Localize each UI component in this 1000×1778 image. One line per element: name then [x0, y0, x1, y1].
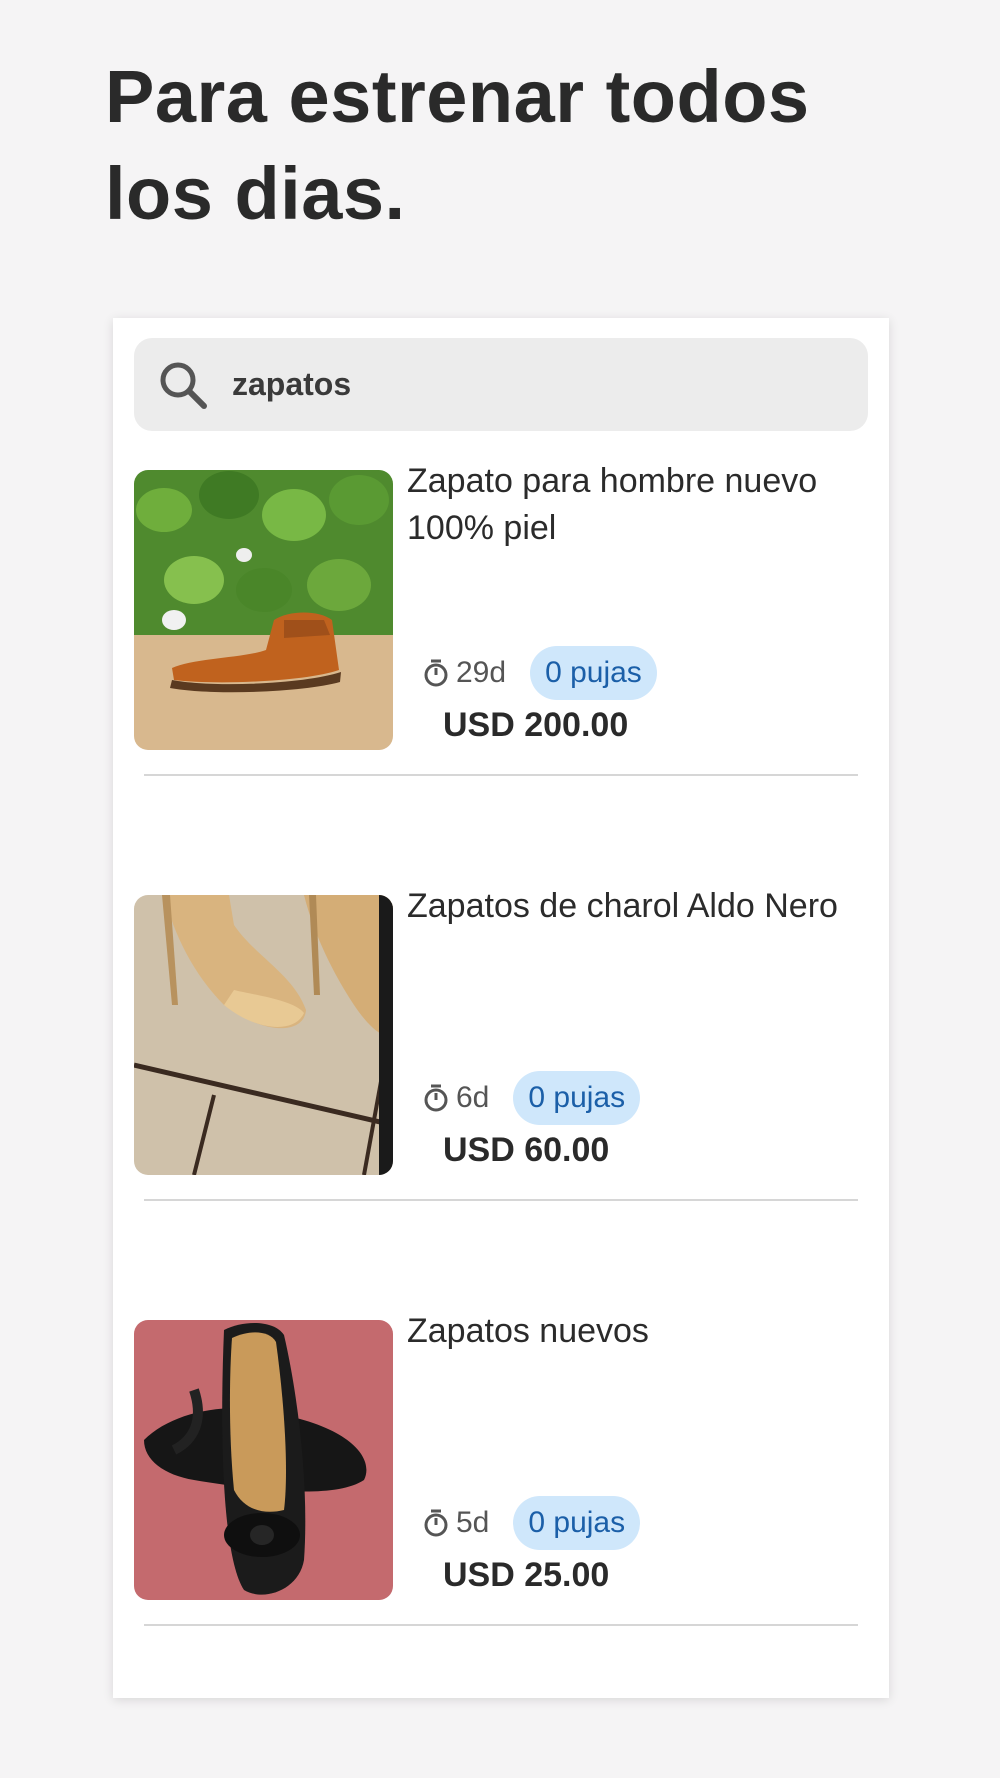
divider	[144, 1624, 858, 1626]
listing-title[interactable]: Zapato para hombre nuevo 100% piel	[407, 458, 857, 552]
product-image[interactable]	[134, 1320, 393, 1600]
listing-price: USD 25.00	[443, 1556, 610, 1594]
listing-title[interactable]: Zapatos de charol Aldo Nero	[407, 883, 857, 930]
listing-meta: 5d 0 pujas	[422, 1496, 641, 1550]
time-left-value: 5d	[456, 1506, 490, 1539]
listing-meta: 6d 0 pujas	[422, 1071, 641, 1125]
page-headline: Para estrenar todos los dias.	[105, 55, 810, 235]
timer-icon	[424, 1509, 448, 1537]
time-left: 5d	[422, 1506, 489, 1540]
time-left-value: 6d	[456, 1081, 490, 1114]
listing-item[interactable]: Zapato para hombre nuevo 100% piel 29d 0…	[134, 458, 868, 788]
bids-badge: 0 pujas	[513, 1071, 641, 1125]
listing-price: USD 60.00	[443, 1131, 610, 1169]
app-screen-card: zapatos Zapato para hombre nuevo 100% pi…	[113, 318, 889, 1698]
search-icon	[160, 362, 207, 409]
timer-icon	[424, 1084, 448, 1112]
product-image[interactable]	[134, 895, 393, 1175]
divider	[144, 774, 858, 776]
search-query[interactable]: zapatos	[232, 366, 351, 403]
listing-price: USD 200.00	[443, 706, 629, 744]
time-left: 6d	[422, 1081, 489, 1115]
listing-item[interactable]: Zapatos nuevos 5d 0 pujas USD 25.00	[134, 1308, 868, 1638]
time-left: 29d	[422, 656, 506, 690]
timer-icon	[424, 659, 448, 687]
listing-title[interactable]: Zapatos nuevos	[407, 1308, 857, 1355]
divider	[144, 1199, 858, 1201]
bids-badge: 0 pujas	[513, 1496, 641, 1550]
bids-badge: 0 pujas	[530, 646, 657, 700]
listing-item[interactable]: Zapatos de charol Aldo Nero 6d 0 pujas U…	[134, 883, 868, 1213]
product-image[interactable]	[134, 470, 393, 750]
search-bar[interactable]: zapatos	[134, 338, 868, 431]
time-left-value: 29d	[456, 656, 507, 689]
listing-meta: 29d 0 pujas	[422, 646, 657, 700]
